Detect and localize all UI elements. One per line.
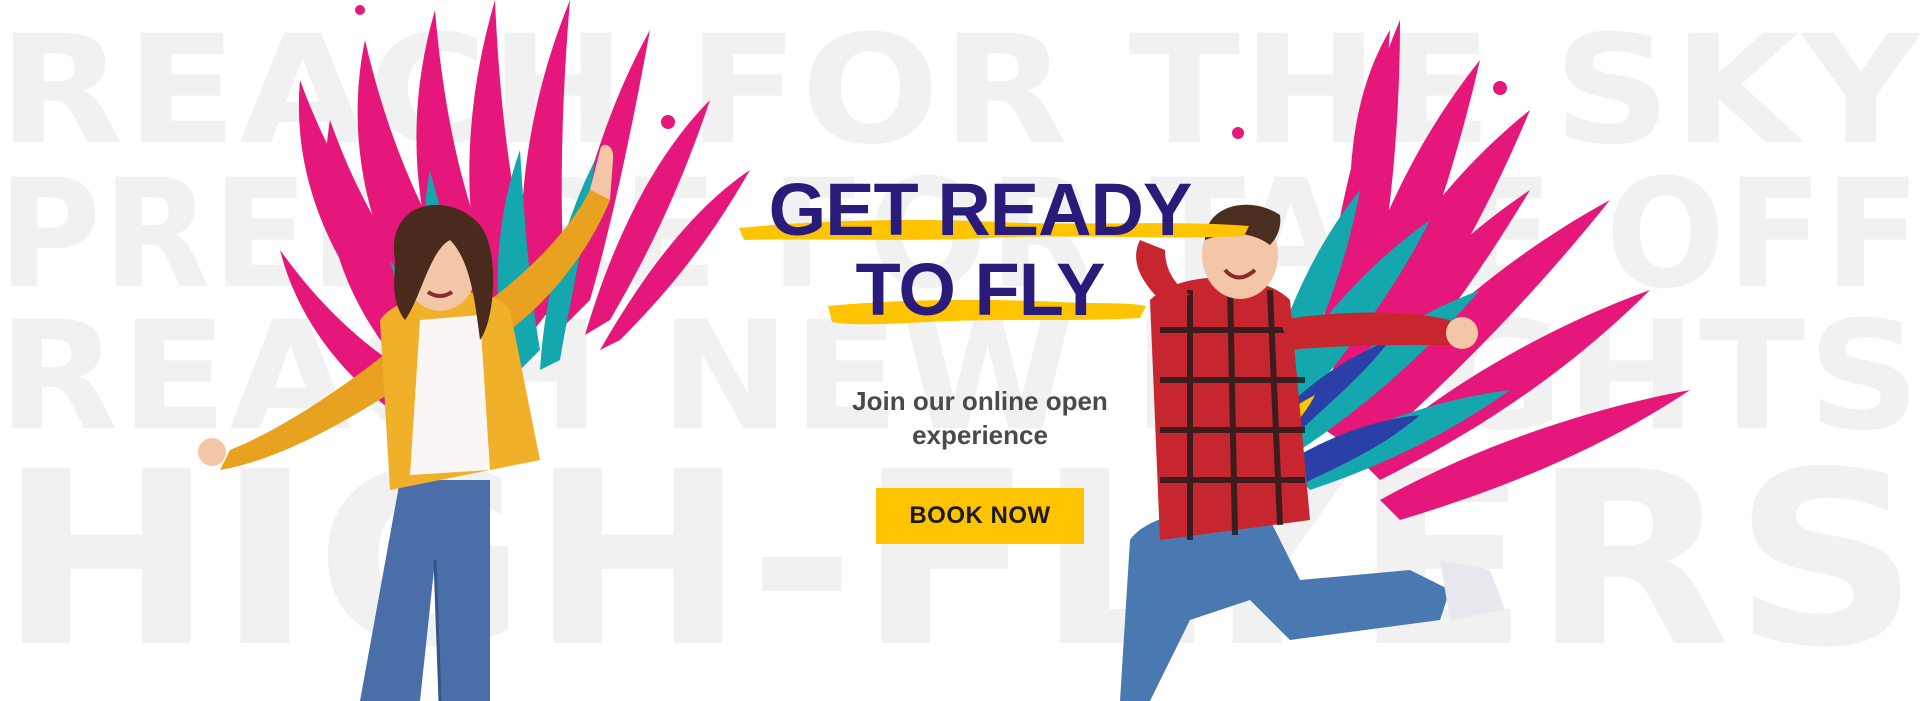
hero-content: GET READY TO FLY Join our online open ex… xyxy=(700,170,1260,544)
book-now-button[interactable]: BOOK NOW xyxy=(876,488,1084,544)
headline-text-1: GET READY xyxy=(768,168,1193,251)
headline-line-2: TO FLY xyxy=(827,248,1146,331)
hero-banner: REACH FOR THE SKY PREPARE FOR TAKE OFF R… xyxy=(0,0,1920,701)
headline-line-1: GET READY xyxy=(738,168,1249,251)
headline-text-2: TO FLY xyxy=(855,248,1106,331)
hero-subtitle: Join our online open experience xyxy=(852,386,1108,450)
girl-with-wings-image xyxy=(190,0,750,701)
headline: GET READY TO FLY xyxy=(700,170,1260,330)
girl-with-wings-illustration xyxy=(198,0,750,701)
